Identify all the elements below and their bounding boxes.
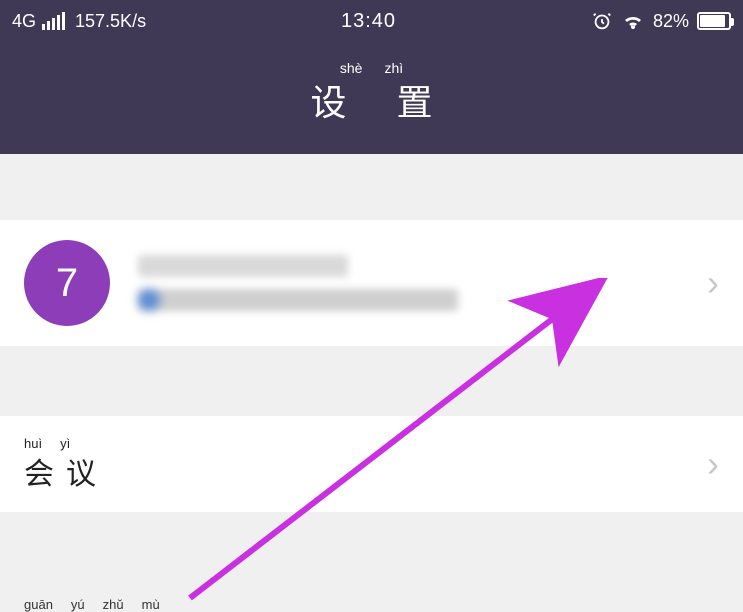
- chevron-right-icon: ›: [707, 443, 719, 485]
- network-speed: 157.5K/s: [75, 11, 146, 32]
- status-time: 13:40: [146, 10, 591, 33]
- wifi-icon: [621, 11, 645, 31]
- meeting-row[interactable]: huì yì 会议 ›: [0, 416, 743, 512]
- meeting-label-wrap: huì yì 会议: [24, 436, 707, 493]
- chevron-right-icon: ›: [707, 262, 719, 304]
- battery-percentage: 82%: [653, 11, 689, 32]
- alarm-icon: [591, 10, 613, 32]
- divider: [0, 346, 743, 416]
- status-left: 4G 157.5K/s: [12, 11, 146, 32]
- page-title: 设 置: [0, 74, 743, 126]
- bottom-pinyin-row: guān yú zhǔ mù: [24, 597, 160, 612]
- battery-icon: [697, 12, 731, 30]
- status-right: 82%: [591, 10, 731, 32]
- status-bar: 4G 157.5K/s 13:40 82%: [0, 0, 743, 42]
- divider: [0, 512, 743, 576]
- network-type: 4G: [12, 11, 36, 32]
- avatar: 7: [24, 240, 110, 326]
- signal-icon: [42, 12, 65, 30]
- page-header: shè zhì 设 置: [0, 42, 743, 154]
- divider: [0, 162, 743, 220]
- profile-row[interactable]: 7 ›: [0, 220, 743, 346]
- profile-text-blurred: [138, 255, 707, 311]
- divider: [0, 154, 743, 162]
- item-title: 会议: [24, 449, 707, 493]
